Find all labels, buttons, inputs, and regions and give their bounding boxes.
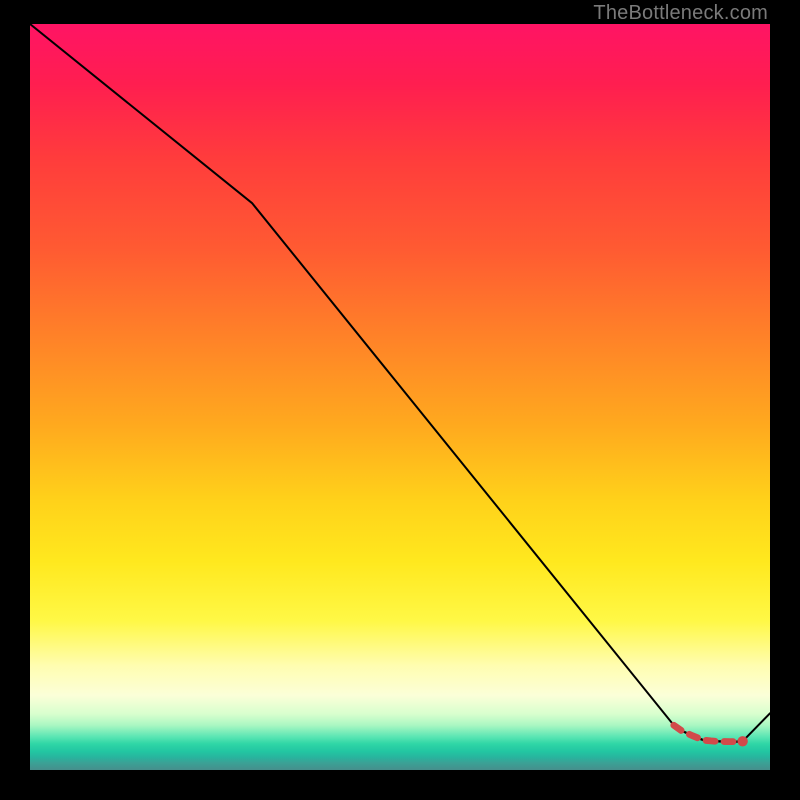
chart-svg [30,24,770,770]
watermark-text: TheBottleneck.com [593,2,768,25]
chart-line-main [30,24,770,742]
chart-line-flat-dashed [674,725,743,741]
plot-area [30,24,770,770]
chart-stage: TheBottleneck.com [0,0,800,800]
chart-end-dot [737,736,747,746]
